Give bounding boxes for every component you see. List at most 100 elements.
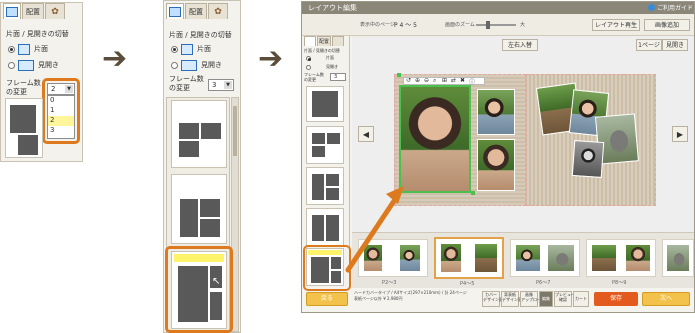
thumb-frame <box>312 174 324 200</box>
thumb-frame <box>179 123 199 139</box>
cover-design-button[interactable]: カバー デザイン変更 <box>482 291 507 307</box>
scrollbar-thumb[interactable] <box>233 106 237 156</box>
tab-placement[interactable]: 配置 <box>317 36 331 46</box>
resize-handle[interactable] <box>397 191 401 195</box>
spread-view-button[interactable]: 見開き <box>662 39 688 51</box>
chevron-right-icon: ▶ <box>676 130 684 139</box>
rotate-icon[interactable]: ↺ <box>406 77 411 84</box>
thumb-frame <box>326 215 339 241</box>
save-button[interactable]: 保存 <box>594 292 638 306</box>
layout-thumb[interactable] <box>306 208 344 246</box>
preview-button[interactable]: プレビュー 確認 <box>554 291 575 307</box>
layout-thumb[interactable] <box>171 100 227 168</box>
photo[interactable] <box>477 139 515 191</box>
thumb-frame <box>312 215 324 241</box>
layout-regenerate-button[interactable]: レイアウト再生 <box>592 19 640 31</box>
radio-spread[interactable] <box>8 62 15 69</box>
frame-count-value: 3 <box>334 74 338 80</box>
photo <box>547 244 575 272</box>
zoom-label: 画面のズーム <box>445 22 475 28</box>
swap-icon[interactable]: ⇄ <box>451 77 456 84</box>
thumb-frame <box>180 199 198 237</box>
radio-single[interactable] <box>8 46 15 53</box>
spine-design-button[interactable]: 背表紙 デザイン変更 <box>501 291 526 307</box>
radio-single[interactable] <box>306 56 311 61</box>
layout-book-icon <box>6 7 18 17</box>
resize-handle[interactable] <box>471 191 475 195</box>
layout-thumb[interactable] <box>171 174 227 244</box>
tab-layout[interactable] <box>3 3 21 19</box>
trash-icon[interactable]: ✖ <box>460 77 465 84</box>
radio-single[interactable] <box>171 46 178 53</box>
upload-button[interactable]: 画像 アップロード <box>520 291 545 307</box>
layout-editor-window: レイアウト編集 ご利用ガイド 表示中のページ P 4 ～ 5 画面のズーム 大 … <box>301 1 695 313</box>
zoom-max-label: 大 <box>520 22 526 28</box>
strip-label: P4～5 <box>460 281 475 287</box>
tab-placement[interactable]: 配置 <box>185 3 207 19</box>
help-link[interactable]: ご利用ガイド <box>657 3 693 12</box>
zoom-slider-handle[interactable] <box>486 21 490 29</box>
strip-page[interactable] <box>662 239 694 277</box>
photo <box>515 244 541 272</box>
thumb-frame <box>312 133 325 144</box>
info-icon[interactable]: ⓘ <box>469 77 475 86</box>
zoom-slider[interactable] <box>476 21 516 29</box>
layout-thumb[interactable] <box>306 86 344 122</box>
back-button[interactable]: 戻る <box>306 292 348 306</box>
thumb-frame <box>179 141 199 157</box>
layout-thumb[interactable] <box>5 98 43 158</box>
layout-thumb[interactable] <box>306 126 344 164</box>
tab-stamp[interactable] <box>332 36 344 46</box>
thumb-frame <box>327 133 340 144</box>
photo <box>666 244 690 272</box>
thumb-frame <box>18 135 38 155</box>
page-label: 表示中のページ <box>360 22 395 28</box>
back-label: 戻る <box>320 295 333 302</box>
radio-spread[interactable] <box>306 65 311 70</box>
tab-layout[interactable] <box>166 3 184 19</box>
strip-page[interactable] <box>510 239 580 277</box>
zoom-out-icon[interactable]: ⊖ <box>424 77 429 84</box>
photo-selected[interactable] <box>399 85 471 193</box>
tab-layout[interactable] <box>304 36 316 46</box>
photo <box>474 243 498 273</box>
single-view-button[interactable]: 1ページ <box>636 39 662 51</box>
frame-count-label: フレーム数 の変更 <box>169 75 204 92</box>
photo <box>625 244 651 272</box>
photo[interactable] <box>477 89 515 135</box>
layout-panel-thumbnails: 配置 ✿ 片面 / 見開きの切替 片面 見開き フレーム数 の変更 3 ▼ ↖ <box>163 0 241 333</box>
tab-placement[interactable]: 配置 <box>22 3 44 19</box>
zoom-in-icon[interactable]: ⊕ <box>415 77 420 84</box>
page-value: P 4 ～ 5 <box>394 22 417 29</box>
tab-stamp[interactable]: ✿ <box>45 3 65 19</box>
photo[interactable] <box>571 139 605 179</box>
search-icon[interactable]: ⌕ <box>433 77 436 85</box>
dropdown-highlight-box <box>42 78 80 144</box>
resize-handle[interactable] <box>397 73 401 77</box>
single-page-icon <box>18 44 30 55</box>
tab-stamp[interactable]: ✿ <box>208 3 228 19</box>
crop-icon[interactable]: ⊞ <box>442 77 447 84</box>
strip-page-selected[interactable] <box>434 237 504 279</box>
thumb-frame <box>10 105 36 133</box>
frame-count-select[interactable]: 3 <box>330 73 346 81</box>
edit-button[interactable]: 編集 <box>539 291 553 307</box>
layout-thumb[interactable] <box>306 167 344 205</box>
next-page-button[interactable]: ▶ <box>672 126 688 142</box>
option-spread-label: 見開き <box>201 61 222 69</box>
stamp-icon: ✿ <box>51 7 59 17</box>
strip-page[interactable] <box>586 239 656 277</box>
prev-page-button[interactable]: ◀ <box>358 126 374 142</box>
swap-pages-button[interactable]: 左右入替 <box>502 39 538 51</box>
photo <box>591 244 617 272</box>
strip-page[interactable] <box>358 239 428 277</box>
photo <box>363 244 383 272</box>
thumb-frame <box>326 188 339 200</box>
thumb-frame <box>201 123 221 139</box>
radio-spread[interactable] <box>171 62 178 69</box>
toggle-label: 片面 / 見開きの切替 <box>6 30 69 38</box>
add-image-button[interactable]: 画像追加 <box>644 19 690 31</box>
frame-count-select[interactable]: 3 ▼ <box>208 79 234 91</box>
cart-button[interactable]: カート <box>573 291 589 307</box>
next-button[interactable]: 次へ <box>642 292 690 306</box>
